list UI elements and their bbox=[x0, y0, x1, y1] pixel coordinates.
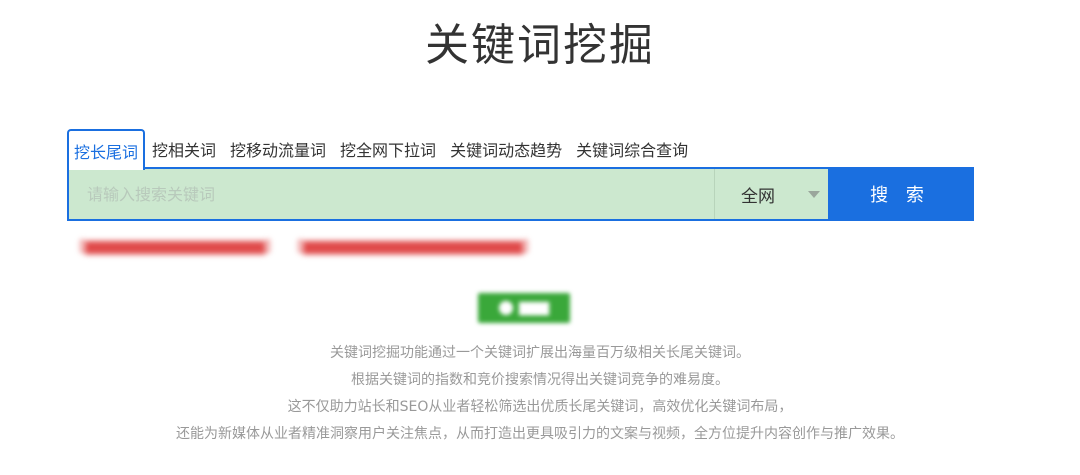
wechat-icon bbox=[499, 301, 513, 315]
tab-related[interactable]: 挖相关词 bbox=[145, 129, 223, 169]
promo-links: 【▇▇▇▇▇▇▇▇▇▇▇▇▇▇▇▇▇▇】 【▇▇▇▇▇▇▇▇▇▇▇▇▇▇▇▇▇▇… bbox=[72, 236, 536, 255]
tab-dropdown-words[interactable]: 挖全网下拉词 bbox=[333, 129, 443, 169]
promo-link-2[interactable]: 【▇▇▇▇▇▇▇▇▇▇▇▇▇▇▇▇▇▇▇▇▇▇】 bbox=[290, 236, 536, 255]
wechat-badge[interactable]: ▇▇▇ bbox=[478, 293, 570, 323]
badge-label: ▇▇▇ bbox=[519, 300, 549, 316]
description-line: 关键词挖掘功能通过一个关键词扩展出海量百万级相关长尾关键词。 bbox=[330, 345, 750, 361]
promo-link-1[interactable]: 【▇▇▇▇▇▇▇▇▇▇▇▇▇▇▇▇▇▇】 bbox=[72, 236, 278, 255]
page: 关键词挖掘 挖长尾词 挖相关词 挖移动流量词 挖全网下拉词 关键词动态趋势 关键… bbox=[0, 0, 1080, 475]
description-line: 还能为新媒体从业者精准洞察用户关注焦点，从而打造出更具吸引力的文案与视频，全方位… bbox=[176, 426, 904, 442]
search-bar: 全网 搜 索 bbox=[67, 167, 974, 221]
description-line: 这不仅助力站长和SEO从业者轻松筛选出优质长尾关键词，高效优化关键词布局， bbox=[287, 399, 793, 415]
description: 关键词挖掘功能通过一个关键词扩展出海量百万级相关长尾关键词。 根据关键词的指数和… bbox=[0, 340, 1080, 448]
page-title: 关键词挖掘 bbox=[425, 20, 655, 71]
tab-bar: 挖长尾词 挖相关词 挖移动流量词 挖全网下拉词 关键词动态趋势 关键词综合查询 bbox=[67, 129, 695, 170]
scope-select-value: 全网 bbox=[741, 186, 775, 207]
tab-comprehensive-query[interactable]: 关键词综合查询 bbox=[569, 129, 695, 169]
search-button[interactable]: 搜 索 bbox=[828, 169, 972, 219]
tab-mobile-traffic[interactable]: 挖移动流量词 bbox=[223, 129, 333, 169]
chevron-down-icon bbox=[808, 190, 820, 198]
tab-trend[interactable]: 关键词动态趋势 bbox=[443, 129, 569, 169]
tab-long-tail[interactable]: 挖长尾词 bbox=[67, 129, 146, 170]
scope-select[interactable]: 全网 bbox=[714, 169, 828, 219]
search-input[interactable] bbox=[69, 169, 714, 219]
description-line: 根据关键词的指数和竞价搜索情况得出关键词竞争的难易度。 bbox=[351, 372, 729, 388]
